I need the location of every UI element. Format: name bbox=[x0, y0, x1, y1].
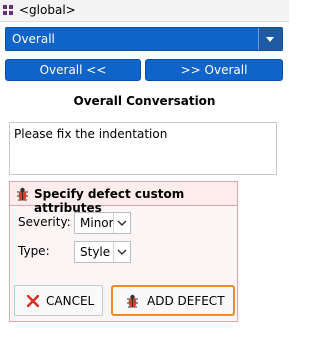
cancel-button[interactable]: CANCEL bbox=[14, 285, 103, 316]
cancel-button-label: CANCEL bbox=[46, 294, 95, 308]
add-defect-button[interactable]: ADD DEFECT bbox=[111, 285, 235, 316]
bug-icon bbox=[127, 294, 138, 308]
type-label: Type: bbox=[18, 244, 50, 258]
filter-dropdown[interactable]: Overall bbox=[5, 27, 283, 51]
previous-overall-button[interactable]: Overall << bbox=[5, 59, 141, 81]
defect-panel-header: Specify defect custom attributes bbox=[10, 182, 237, 215]
defect-panel-title: Specify defect custom attributes bbox=[34, 187, 185, 215]
conversation-heading: Overall Conversation bbox=[73, 94, 216, 108]
chevron-down-icon[interactable] bbox=[258, 28, 282, 50]
add-defect-button-label: ADD DEFECT bbox=[147, 294, 225, 308]
window-title: <global> bbox=[19, 3, 76, 17]
severity-select[interactable]: Minor bbox=[74, 212, 131, 234]
chevron-down-icon bbox=[113, 242, 130, 262]
defect-attributes-panel: Specify defect custom attributes Severit… bbox=[9, 181, 238, 322]
close-icon bbox=[27, 295, 39, 307]
type-value: Style bbox=[80, 245, 111, 259]
chevron-down-icon bbox=[113, 213, 130, 233]
title-bar: <global> bbox=[0, 0, 289, 22]
severity-label: Severity: bbox=[18, 215, 71, 229]
filter-dropdown-value: Overall bbox=[12, 32, 55, 46]
comment-textarea[interactable]: Please fix the indentation bbox=[9, 122, 277, 175]
comment-text: Please fix the indentation bbox=[14, 127, 168, 141]
next-overall-button[interactable]: >> Overall bbox=[145, 59, 283, 81]
type-select[interactable]: Style bbox=[74, 241, 131, 263]
grid-icon bbox=[3, 5, 14, 16]
severity-value: Minor bbox=[80, 216, 114, 230]
bug-icon bbox=[17, 187, 28, 201]
